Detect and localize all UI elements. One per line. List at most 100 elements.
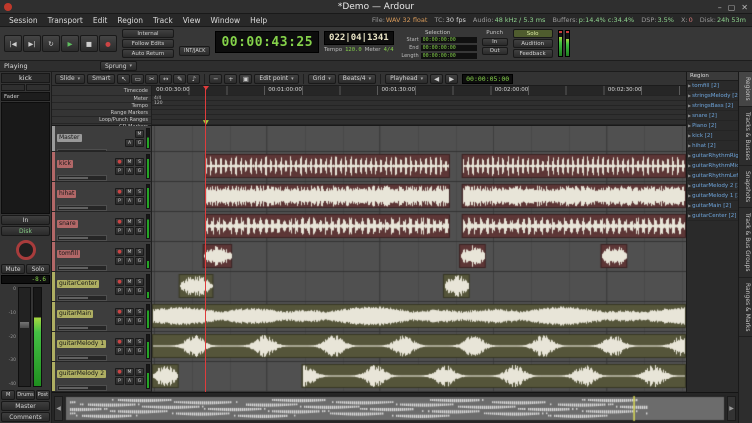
titlebar[interactable]: *Demo — Ardour –▢✕ xyxy=(0,0,752,14)
selection-start[interactable]: Start00:00:00:00 xyxy=(399,36,477,44)
side-tab-snapshots[interactable]: Snapshots xyxy=(739,166,752,208)
track-name[interactable]: Master xyxy=(57,134,82,142)
cut-mode-icon[interactable]: ✂ xyxy=(145,74,158,84)
follow-edits-button[interactable]: Follow Edits xyxy=(122,39,174,48)
close-button[interactable]: ✕ xyxy=(741,3,748,12)
mute-button[interactable]: M xyxy=(125,308,134,316)
track-name[interactable]: snare xyxy=(57,220,78,228)
group-button[interactable]: G xyxy=(135,377,144,385)
expander-icon[interactable]: ▶ xyxy=(688,133,691,138)
track-canvas[interactable] xyxy=(152,126,686,392)
solo-button[interactable]: S xyxy=(135,248,144,256)
record-arm-button[interactable]: ● xyxy=(115,248,124,256)
selection-end[interactable]: End00:00:00:00 xyxy=(399,44,477,52)
nudge-clock[interactable]: 00:00:05:00 xyxy=(462,74,513,84)
solo-button[interactable]: S xyxy=(135,368,144,376)
expander-icon[interactable]: ▶ xyxy=(688,93,691,98)
group-button[interactable]: Drums xyxy=(16,390,35,400)
expander-icon[interactable]: ▶ xyxy=(688,213,691,218)
solo-button[interactable]: Solo xyxy=(513,29,553,38)
region-list-item[interactable]: ▶tomfill [2] xyxy=(687,81,738,91)
track-gain-slider[interactable] xyxy=(57,385,107,391)
region-list-item[interactable]: ▶snare [2] xyxy=(687,111,738,121)
side-tab-regions[interactable]: Regions xyxy=(739,72,752,107)
solo-button[interactable]: Solo xyxy=(26,264,50,274)
track-gain-slider[interactable] xyxy=(57,149,107,151)
audition-button[interactable]: Audition xyxy=(513,39,553,48)
mute-button[interactable]: M xyxy=(125,188,134,196)
automation-button[interactable]: A xyxy=(125,227,134,235)
strip-width-button[interactable] xyxy=(1,84,25,91)
region-list-header[interactable]: Region xyxy=(687,72,738,81)
expander-icon[interactable]: ▶ xyxy=(688,173,691,178)
goto-start-button[interactable]: |◀ xyxy=(4,35,22,52)
range-mode-icon[interactable]: ▭ xyxy=(131,74,144,84)
expander-icon[interactable]: ▶ xyxy=(688,193,691,198)
track-name[interactable]: guitarMelody 2 xyxy=(57,370,106,378)
grab-mode-icon[interactable]: ↖ xyxy=(117,74,130,84)
summary-canvas[interactable] xyxy=(64,395,726,422)
shuttle-mode-button[interactable]: Sprung xyxy=(100,61,137,71)
zoom-in-button[interactable]: + xyxy=(224,74,237,84)
menu-transport[interactable]: Transport xyxy=(43,16,88,25)
sync-source-button[interactable]: INT/JACK xyxy=(179,46,210,56)
track-header-hihat[interactable]: hihat●MSPAG xyxy=(52,182,151,212)
automation-button[interactable]: A xyxy=(125,139,134,147)
region-list-item[interactable]: ▶stringsMelody [2] xyxy=(687,91,738,101)
edit-point-dropdown[interactable]: Edit point xyxy=(254,74,298,84)
group-button[interactable]: G xyxy=(135,227,144,235)
mute-button[interactable]: M xyxy=(125,368,134,376)
expander-icon[interactable]: ▶ xyxy=(688,83,691,88)
expander-icon[interactable]: ▶ xyxy=(688,113,691,118)
selection-length[interactable]: Length00:00:00:00 xyxy=(399,52,477,60)
solo-button[interactable]: S xyxy=(135,218,144,226)
maximize-button[interactable]: ▢ xyxy=(728,3,736,12)
side-tab-track-bus-groups[interactable]: Track & Bus Groups xyxy=(739,208,752,278)
strip-hide-button[interactable] xyxy=(26,84,50,91)
track-gain-slider[interactable] xyxy=(57,295,107,301)
zoom-focus-dropdown[interactable]: Playhead xyxy=(385,74,428,84)
automation-button[interactable]: A xyxy=(125,167,134,175)
zoom-out-button[interactable]: − xyxy=(209,74,222,84)
track-name[interactable]: guitarMelody 1 xyxy=(57,340,106,348)
summary-scroll-left-button[interactable]: ◀ xyxy=(54,396,63,421)
automation-button[interactable]: A xyxy=(125,317,134,325)
menu-session[interactable]: Session xyxy=(4,16,43,25)
track-name[interactable]: kick xyxy=(57,160,73,168)
smart-mode-button[interactable]: Smart xyxy=(87,74,115,84)
automation-button[interactable]: A xyxy=(125,377,134,385)
automation-button[interactable]: A xyxy=(125,347,134,355)
solo-button[interactable]: S xyxy=(135,188,144,196)
group-button[interactable]: G xyxy=(135,197,144,205)
monitor-input-button[interactable]: In xyxy=(1,215,50,225)
processor-box[interactable] xyxy=(1,102,50,214)
record-arm-button[interactable]: ● xyxy=(115,188,124,196)
group-button[interactable]: G xyxy=(135,139,144,147)
comments-button[interactable]: Comments xyxy=(1,412,50,422)
track-header-guitarmelody-1[interactable]: guitarMelody 1●MSPAG xyxy=(52,332,151,362)
timecode-ruler[interactable]: 00:00:30:0000:01:00:0000:01:30:0000:02:0… xyxy=(152,86,686,96)
expander-icon[interactable]: ▶ xyxy=(688,123,691,128)
track-header-guitarmelody-2[interactable]: guitarMelody 2●MSPAG xyxy=(52,362,151,392)
gain-fader[interactable] xyxy=(18,287,31,387)
location-markers-ruler[interactable] xyxy=(152,120,686,125)
gain-display[interactable]: -8.6 xyxy=(1,275,50,284)
fader-handle[interactable] xyxy=(19,321,30,329)
mute-button[interactable]: M xyxy=(135,130,144,138)
playlist-button[interactable]: P xyxy=(115,167,124,175)
track-header-guitarmain[interactable]: guitarMain●MSPAG xyxy=(52,302,151,332)
menu-region[interactable]: Region xyxy=(112,16,148,25)
track-gain-slider[interactable] xyxy=(57,265,107,271)
group-button[interactable]: G xyxy=(135,287,144,295)
track-header-master[interactable]: Master MAG xyxy=(52,126,151,152)
playlist-button[interactable]: P xyxy=(115,227,124,235)
punch-in-button[interactable]: In xyxy=(482,38,508,46)
solo-button[interactable]: S xyxy=(135,338,144,346)
record-enable-button[interactable] xyxy=(16,240,36,260)
menu-edit[interactable]: Edit xyxy=(88,16,113,25)
menu-window[interactable]: Window xyxy=(206,16,246,25)
zoom-fit-button[interactable]: ▣ xyxy=(239,74,252,84)
record-arm-button[interactable]: ● xyxy=(115,338,124,346)
mute-button[interactable]: M xyxy=(125,158,134,166)
track-header-tomfill[interactable]: tomfill●MSPAG xyxy=(52,242,151,272)
